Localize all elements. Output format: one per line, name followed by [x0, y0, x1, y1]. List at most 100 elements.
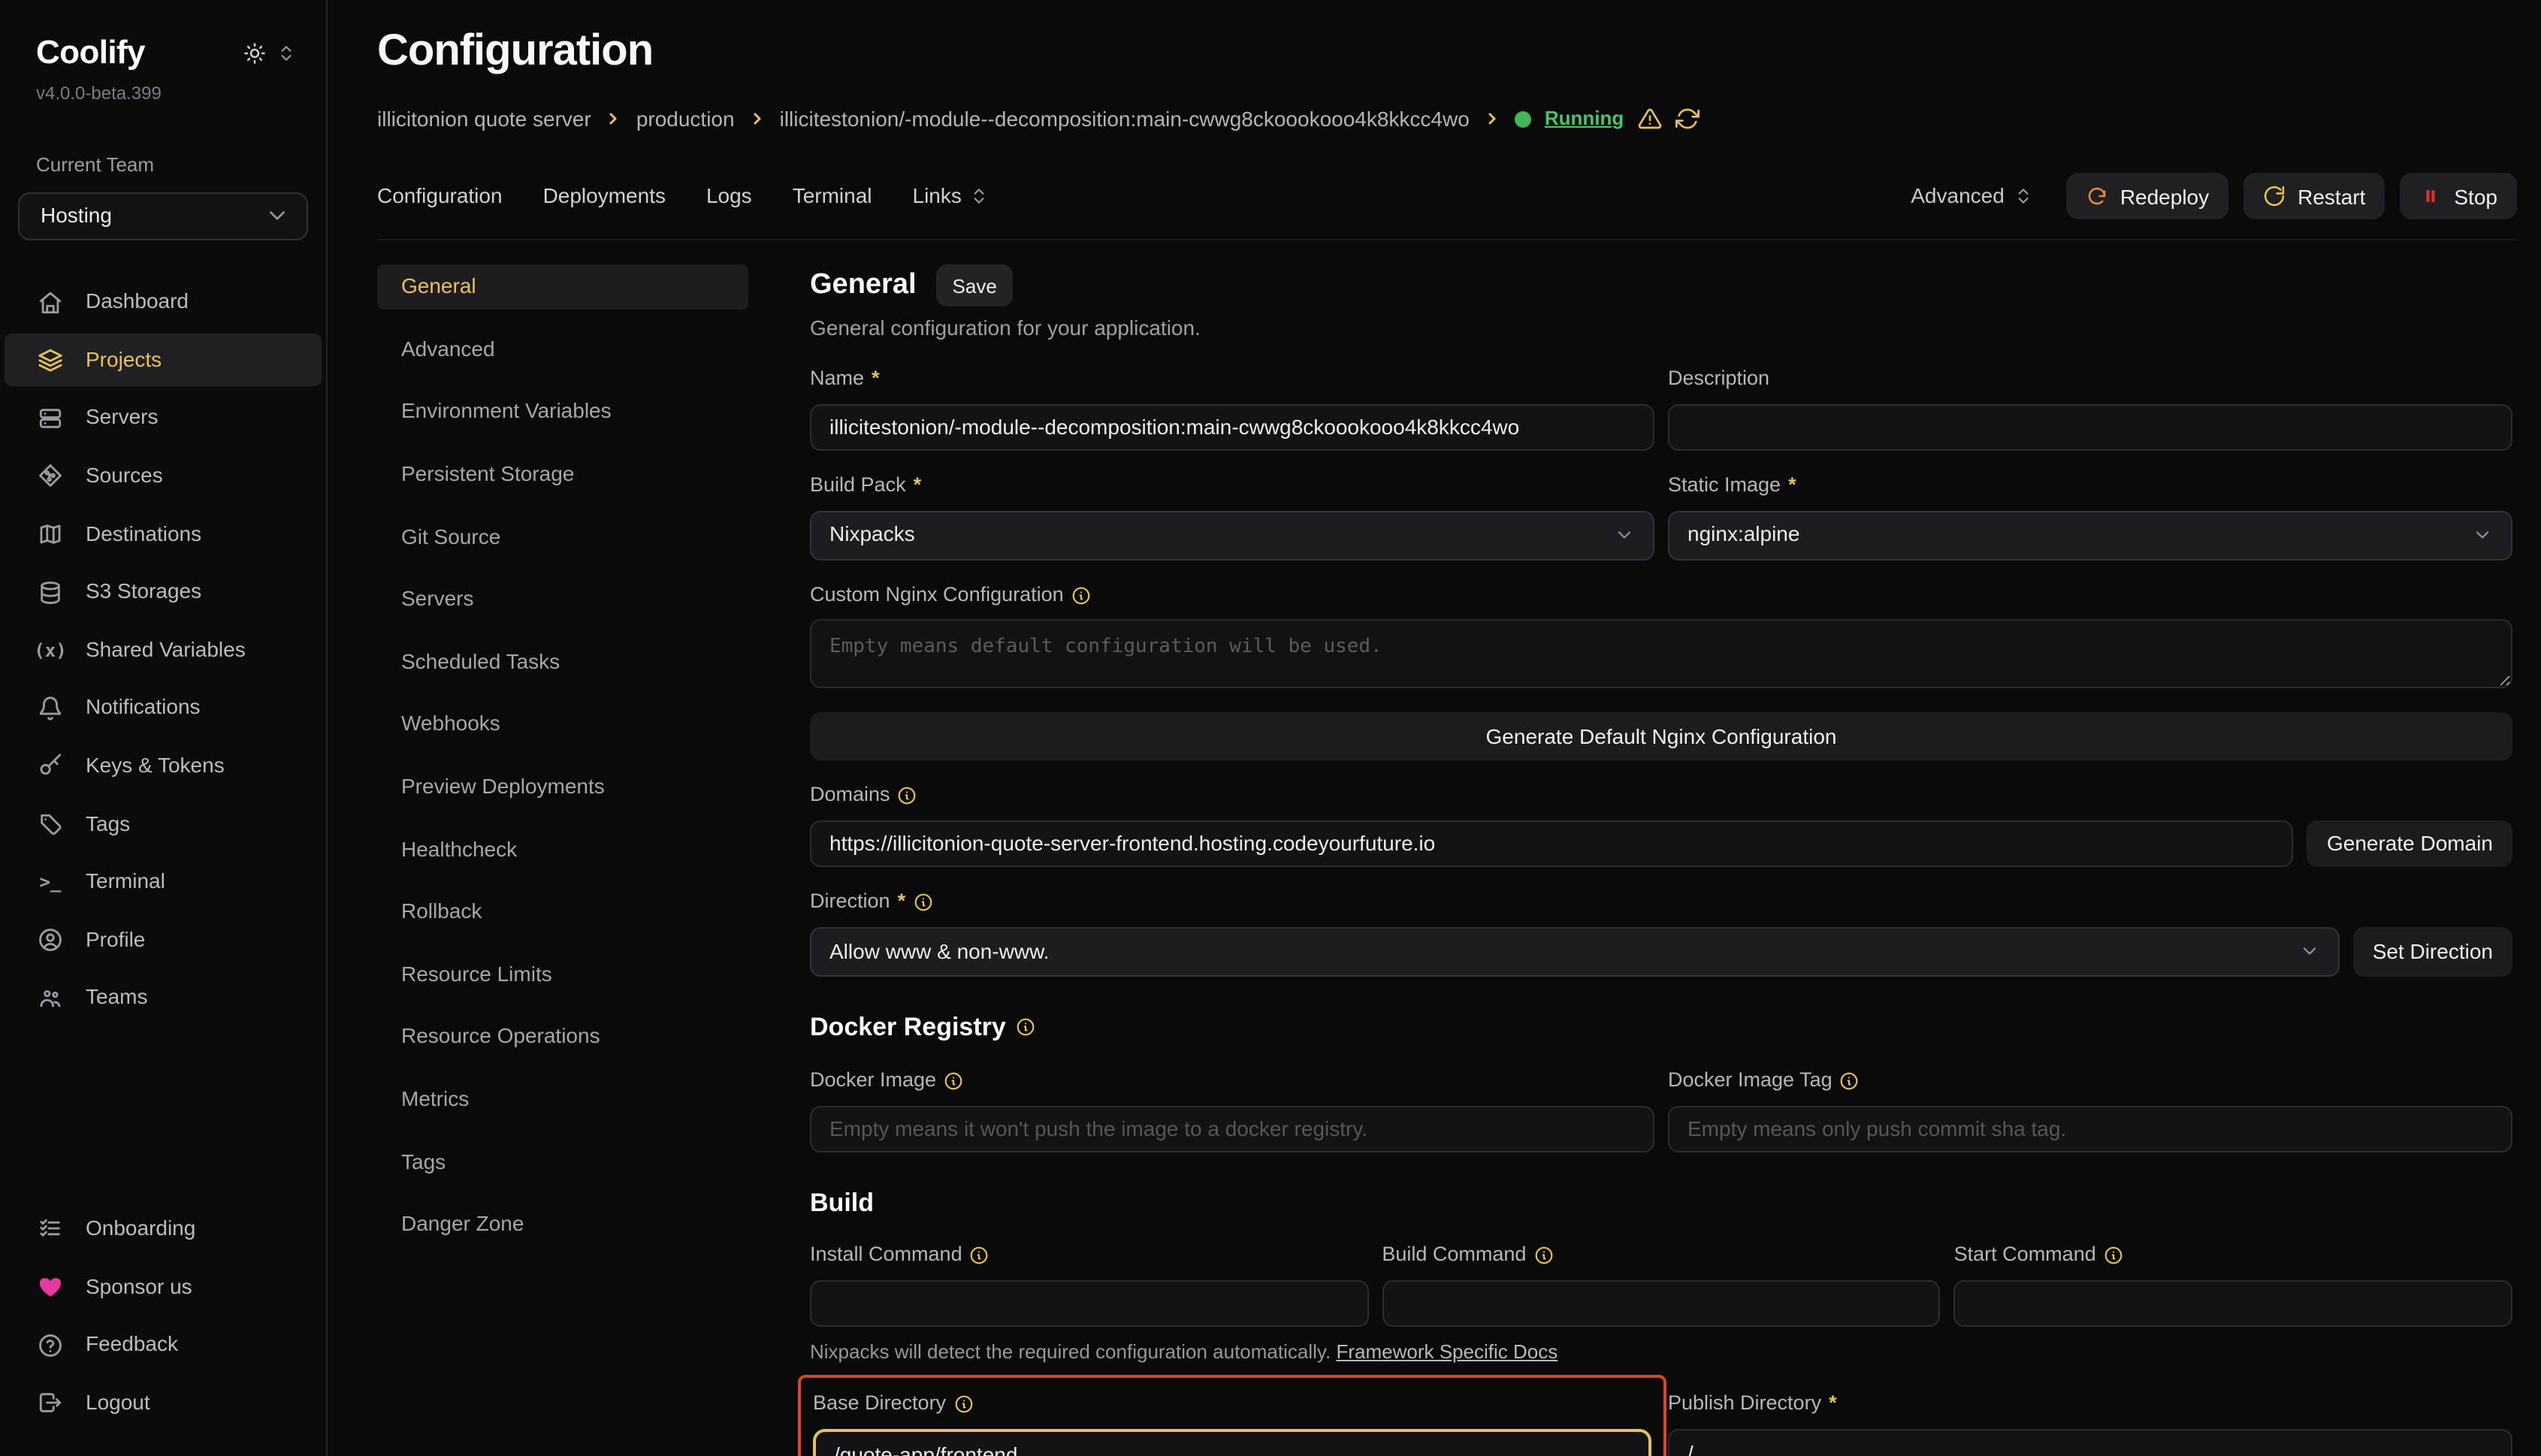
info-icon[interactable]: [1071, 585, 1091, 605]
build-command-input[interactable]: [1382, 1280, 1940, 1327]
config-nav-resource-operations[interactable]: Resource Operations: [377, 1015, 748, 1059]
redeploy-icon: [2086, 185, 2108, 207]
chevrons-up-down-icon: [969, 186, 989, 206]
tab-configuration[interactable]: Configuration: [377, 182, 503, 211]
breadcrumb-item[interactable]: illicitestonion/-module--decomposition:m…: [780, 104, 1470, 134]
config-nav-environment-variables[interactable]: Environment Variables: [377, 390, 748, 434]
user-icon: [36, 927, 65, 953]
info-icon[interactable]: [1017, 1017, 1036, 1037]
config-nav-scheduled-tasks[interactable]: Scheduled Tasks: [377, 640, 748, 684]
generate-domain-button[interactable]: Generate Domain: [2307, 820, 2512, 867]
page-title: Configuration: [377, 21, 2517, 82]
info-icon[interactable]: [1840, 1071, 1860, 1090]
config-nav-healthcheck[interactable]: Healthcheck: [377, 827, 748, 871]
docker-image-tag-input[interactable]: [1668, 1105, 2512, 1152]
custom-nginx-textarea[interactable]: [810, 620, 2512, 689]
docker-image-label: Docker Image: [810, 1066, 1654, 1095]
sidebar-item-projects[interactable]: Projects: [5, 334, 322, 387]
sidebar-item-shared-variables[interactable]: (x)Shared Variables: [5, 624, 322, 677]
advanced-label: Advanced: [1911, 182, 2005, 211]
publish-directory-input[interactable]: [1668, 1430, 2512, 1456]
sidebar-item-profile[interactable]: Profile: [5, 914, 322, 967]
description-input[interactable]: [1668, 403, 2512, 450]
tab-terminal[interactable]: Terminal: [793, 182, 872, 211]
chevron-right-icon: [748, 110, 766, 128]
info-icon[interactable]: [944, 1071, 963, 1090]
set-direction-button[interactable]: Set Direction: [2353, 927, 2512, 977]
redeploy-button[interactable]: Redeploy: [2066, 173, 2228, 219]
sidebar-item-terminal[interactable]: >_Terminal: [5, 855, 322, 908]
static-image-select[interactable]: nginx:alpine: [1668, 510, 2512, 560]
theme-sun-icon[interactable]: [243, 42, 266, 65]
tab-deployments[interactable]: Deployments: [543, 182, 666, 211]
config-nav-danger-zone[interactable]: Danger Zone: [377, 1202, 748, 1246]
publish-directory-label: Publish Directory*: [1668, 1391, 2512, 1419]
config-nav-general[interactable]: General: [377, 264, 748, 309]
config-nav-preview-deployments[interactable]: Preview Deployments: [377, 765, 748, 809]
config-nav-tags[interactable]: Tags: [377, 1140, 748, 1184]
breadcrumb-item[interactable]: illicitonion quote server: [377, 104, 591, 134]
warning-icon[interactable]: [1637, 107, 1661, 131]
version-chevrons-icon[interactable]: [276, 44, 296, 63]
logout-icon: [36, 1390, 65, 1415]
custom-nginx-field: Custom Nginx Configuration: [810, 581, 2512, 697]
sidebar-item-sources[interactable]: Sources: [5, 449, 322, 503]
tabs: Configuration Deployments Logs Terminal Link…: [377, 182, 989, 211]
sidebar-item-teams[interactable]: Teams: [5, 971, 322, 1025]
save-button[interactable]: Save: [936, 264, 1014, 307]
config-nav-git-source[interactable]: Git Source: [377, 515, 748, 559]
sidebar-item-sponsor-us[interactable]: Sponsor us: [5, 1260, 322, 1313]
base-directory-input[interactable]: [813, 1430, 1651, 1456]
build-command-label: Build Command: [1382, 1242, 1940, 1270]
docker-image-input[interactable]: [810, 1105, 1654, 1152]
build-pack-select[interactable]: Nixpacks: [810, 510, 1654, 560]
restart-button[interactable]: Restart: [2243, 173, 2385, 219]
start-command-input[interactable]: [1954, 1280, 2512, 1327]
name-label: Name*: [810, 365, 1654, 394]
generate-nginx-button[interactable]: Generate Default Nginx Configuration: [810, 712, 2512, 760]
breadcrumb-item[interactable]: production: [636, 104, 735, 134]
info-icon[interactable]: [953, 1395, 973, 1415]
info-icon[interactable]: [1533, 1246, 1553, 1266]
sidebar-item-notifications[interactable]: Notifications: [5, 681, 322, 735]
name-input[interactable]: [810, 403, 1654, 450]
general-form: General Save General configuration for y…: [810, 264, 2512, 1456]
install-command-input[interactable]: [810, 1280, 1368, 1327]
config-nav-servers[interactable]: Servers: [377, 577, 748, 621]
info-icon[interactable]: [913, 893, 932, 912]
sidebar-item-onboarding[interactable]: Onboarding: [5, 1202, 322, 1255]
advanced-dropdown[interactable]: Advanced: [1911, 182, 2033, 211]
config-nav-rollback[interactable]: Rollback: [377, 890, 748, 934]
info-icon[interactable]: [970, 1246, 990, 1266]
team-select[interactable]: Hosting: [18, 192, 308, 240]
sidebar-item-s3-storages[interactable]: S3 Storages: [5, 566, 322, 619]
static-image-value: nginx:alpine: [1687, 521, 1799, 550]
info-icon[interactable]: [898, 786, 917, 805]
status-running-link[interactable]: Running: [1545, 106, 1624, 133]
refresh-status-icon[interactable]: [1675, 107, 1699, 131]
sidebar-item-destinations[interactable]: Destinations: [5, 507, 322, 560]
sidebar-item-feedback[interactable]: Feedback: [5, 1319, 322, 1372]
sidebar-item-label: Feedback: [86, 1331, 178, 1360]
sidebar-item-label: Projects: [86, 346, 162, 375]
tab-links[interactable]: Links: [913, 182, 989, 211]
sidebar-item-dashboard[interactable]: Dashboard: [5, 276, 322, 329]
stop-button[interactable]: Stop: [2400, 173, 2517, 219]
sidebar-spacer: [0, 1027, 326, 1200]
sidebar-item-keys-tokens[interactable]: Keys & Tokens: [5, 739, 322, 793]
tab-logs[interactable]: Logs: [706, 182, 752, 211]
config-nav-metrics[interactable]: Metrics: [377, 1077, 748, 1122]
coolify-logo[interactable]: Coolify: [36, 30, 145, 77]
info-icon[interactable]: [2104, 1246, 2123, 1266]
domains-input[interactable]: [810, 820, 2294, 867]
framework-docs-link[interactable]: Framework Specific Docs: [1336, 1340, 1558, 1363]
config-nav-webhooks[interactable]: Webhooks: [377, 702, 748, 747]
sidebar-item-tags[interactable]: Tags: [5, 797, 322, 850]
config-nav-resource-limits[interactable]: Resource Limits: [377, 952, 748, 996]
sidebar-item-servers[interactable]: Servers: [5, 391, 322, 445]
config-nav-advanced[interactable]: Advanced: [377, 328, 748, 372]
key-icon: [36, 754, 65, 779]
direction-select[interactable]: Allow www & non-www.: [810, 927, 2340, 977]
config-nav-persistent-storage[interactable]: Persistent Storage: [377, 452, 748, 497]
sidebar-item-logout[interactable]: Logout: [5, 1376, 322, 1430]
